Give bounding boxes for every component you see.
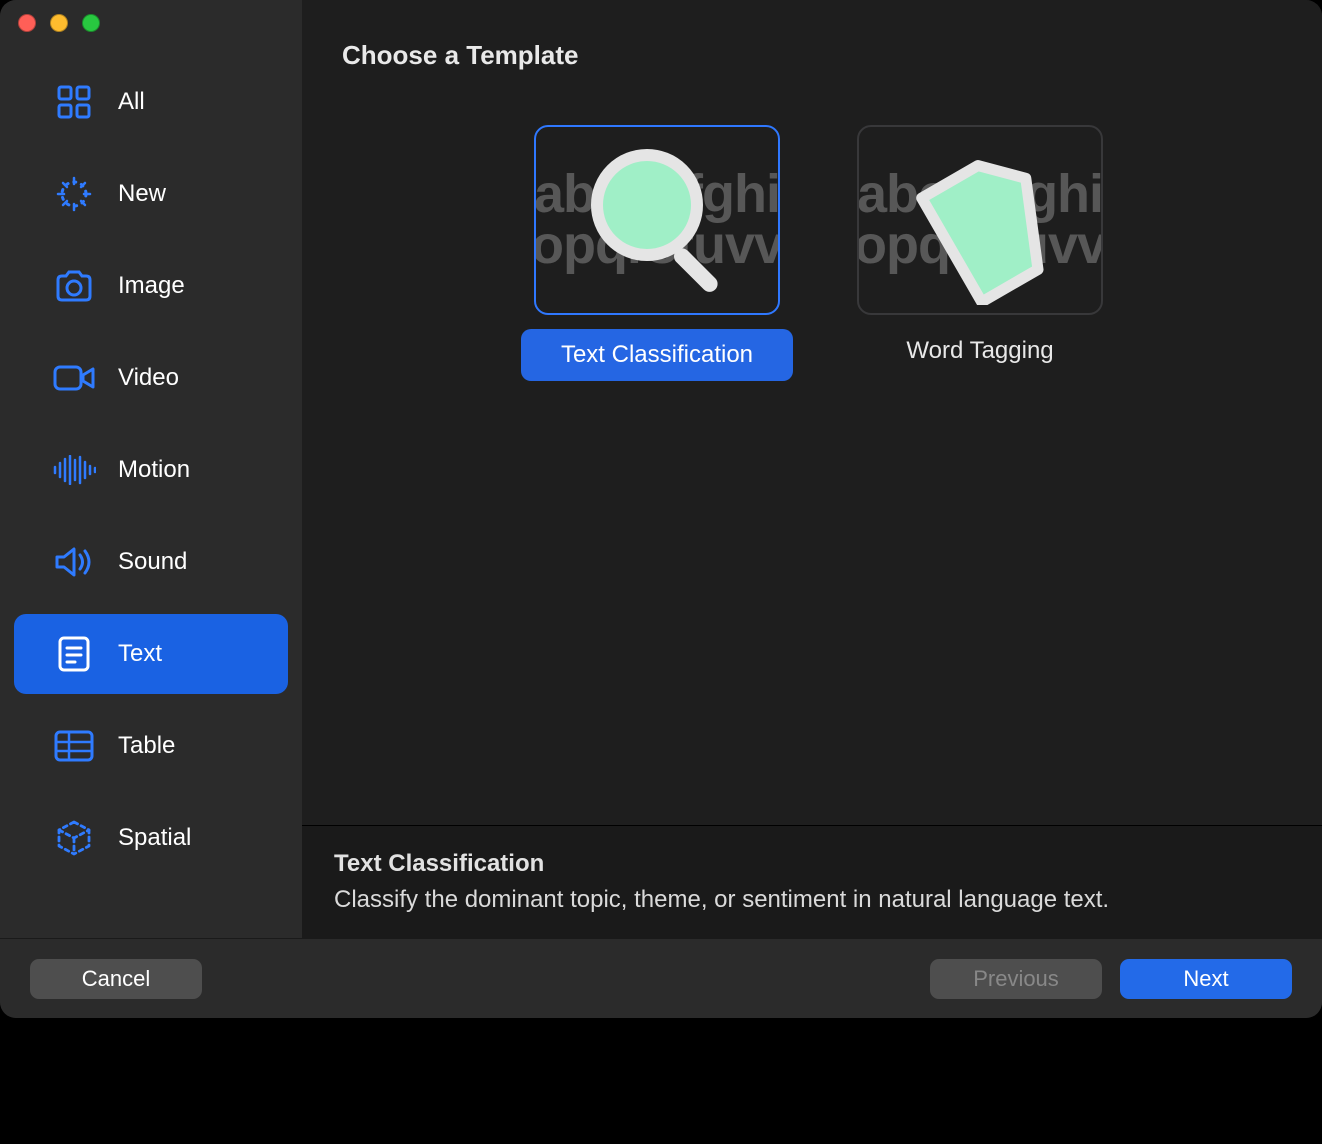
sidebar: All bbox=[0, 0, 302, 938]
main-header: Choose a Template bbox=[302, 0, 1322, 83]
info-title: Text Classification bbox=[334, 850, 1290, 878]
template-grid: abcdefghiopqrstuvv Text Classification a… bbox=[302, 83, 1322, 825]
sidebar-item-label: Motion bbox=[118, 456, 190, 484]
close-icon[interactable] bbox=[18, 14, 36, 32]
video-icon bbox=[52, 356, 96, 400]
text-doc-icon bbox=[52, 632, 96, 676]
zoom-icon[interactable] bbox=[82, 14, 100, 32]
table-icon bbox=[52, 724, 96, 768]
sidebar-item-label: Spatial bbox=[118, 824, 191, 852]
template-label: Text Classification bbox=[521, 329, 793, 381]
template-thumb: abcdefghiopqrstuvv bbox=[534, 125, 780, 315]
footer: Cancel Previous Next bbox=[0, 938, 1322, 1018]
sidebar-item-spatial[interactable]: Spatial bbox=[14, 798, 288, 878]
sidebar-item-video[interactable]: Video bbox=[14, 338, 288, 418]
sidebar-item-label: Table bbox=[118, 732, 175, 760]
wave-icon bbox=[52, 448, 96, 492]
template-thumb: abcdefghiopqrstuvv bbox=[857, 125, 1103, 315]
main-pane: Choose a Template abcdefghiopqrstuvv Tex… bbox=[302, 0, 1322, 938]
sidebar-item-label: Image bbox=[118, 272, 185, 300]
cube3d-icon bbox=[52, 816, 96, 860]
sidebar-item-new[interactable]: New bbox=[14, 154, 288, 234]
camera-icon bbox=[52, 264, 96, 308]
template-label: Word Tagging bbox=[876, 329, 1083, 373]
sidebar-item-motion[interactable]: Motion bbox=[14, 430, 288, 510]
speaker-icon bbox=[52, 540, 96, 584]
sidebar-item-label: Text bbox=[118, 640, 162, 668]
sidebar-item-label: Video bbox=[118, 364, 179, 392]
minimize-icon[interactable] bbox=[50, 14, 68, 32]
titlebar bbox=[0, 0, 118, 46]
next-button[interactable]: Next bbox=[1120, 959, 1292, 999]
sidebar-item-image[interactable]: Image bbox=[14, 246, 288, 326]
sidebar-item-label: Sound bbox=[118, 548, 187, 576]
page-title: Choose a Template bbox=[342, 40, 1282, 71]
sidebar-item-label: New bbox=[118, 180, 166, 208]
template-chooser-window: All bbox=[0, 0, 1322, 1018]
template-word-tagging[interactable]: abcdefghiopqrstuvv Word Tagging bbox=[857, 125, 1103, 373]
previous-button: Previous bbox=[930, 959, 1102, 999]
template-text-classification[interactable]: abcdefghiopqrstuvv Text Classification bbox=[521, 125, 793, 381]
info-bar: Text Classification Classify the dominan… bbox=[302, 825, 1322, 938]
sidebar-item-text[interactable]: Text bbox=[14, 614, 288, 694]
sidebar-item-sound[interactable]: Sound bbox=[14, 522, 288, 602]
cancel-button[interactable]: Cancel bbox=[30, 959, 202, 999]
sidebar-item-label: All bbox=[118, 88, 145, 116]
sidebar-item-table[interactable]: Table bbox=[14, 706, 288, 786]
info-desc: Classify the dominant topic, theme, or s… bbox=[334, 886, 1290, 914]
sparkle-icon bbox=[52, 172, 96, 216]
sidebar-item-all[interactable]: All bbox=[14, 62, 288, 142]
grid-icon bbox=[52, 80, 96, 124]
